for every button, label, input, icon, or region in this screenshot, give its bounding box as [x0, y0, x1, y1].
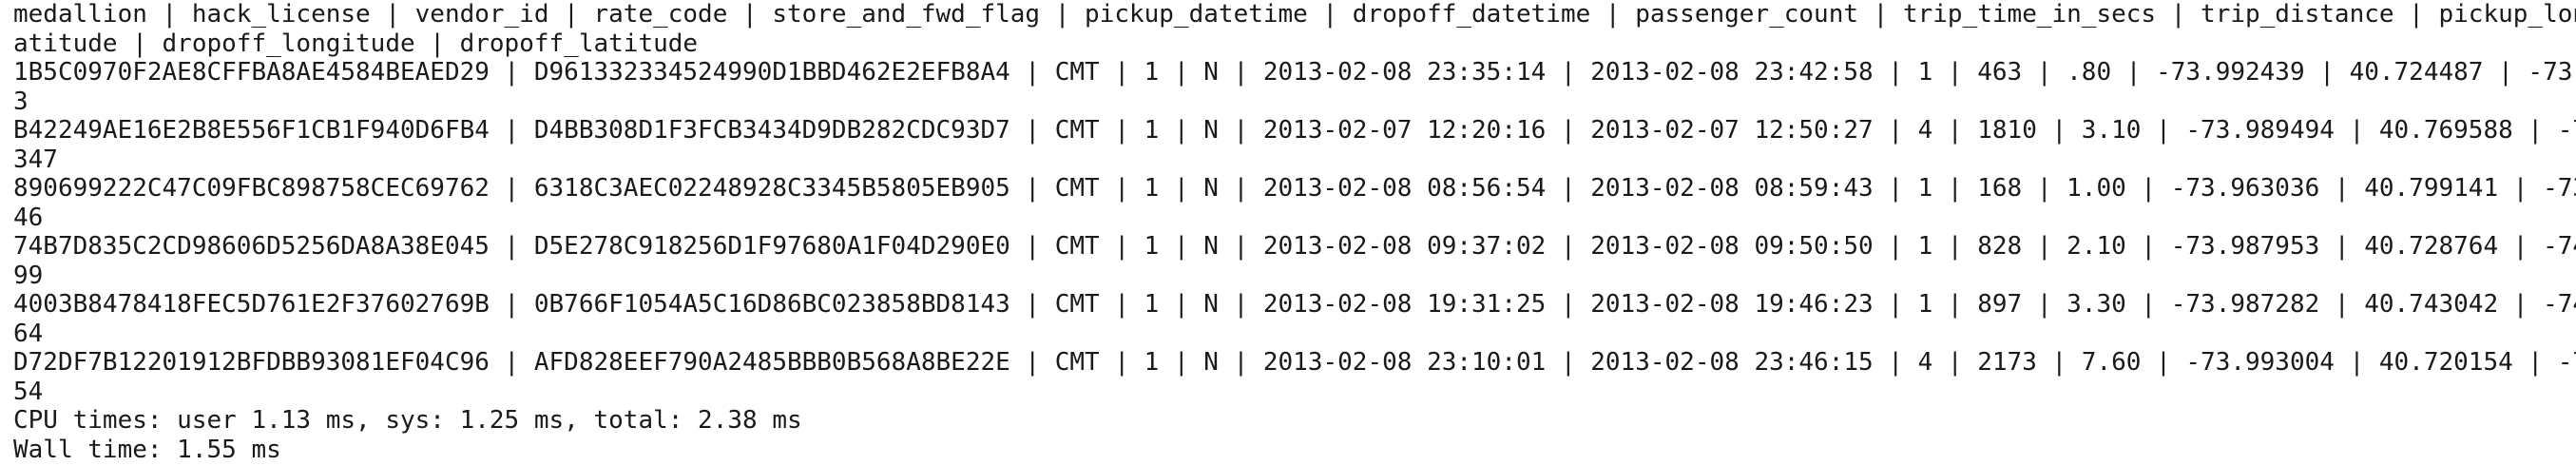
output-row-line-wrap: 54	[13, 377, 44, 406]
output-header-line: medallion | hack_license | vendor_id | r…	[13, 0, 2576, 29]
output-row-line-wrap: 3	[13, 87, 29, 116]
output-row-line-wrap: 46	[13, 203, 44, 232]
cpu-times-line: CPU times: user 1.13 ms, sys: 1.25 ms, t…	[13, 406, 802, 435]
output-row-line: B42249AE16E2B8E556F1CB1F940D6FB4 | D4BB3…	[13, 116, 2576, 145]
output-row-line-wrap: 64	[13, 319, 44, 348]
wall-time-line: Wall time: 1.55 ms	[13, 435, 281, 464]
output-row-line: 74B7D835C2CD98606D5256DA8A38E045 | D5E27…	[13, 232, 2576, 261]
output-row-line-wrap: 347	[13, 145, 58, 174]
output-row-line: 4003B8478418FEC5D761E2F37602769B | 0B766…	[13, 290, 2576, 319]
output-header-line-wrap: atitude | dropoff_longitude | dropoff_la…	[13, 29, 699, 58]
cell-output: medallion | hack_license | vendor_id | r…	[0, 0, 2576, 466]
output-row-line: D72DF7B12201912BFDBB93081EF04C96 | AFD82…	[13, 348, 2576, 377]
output-row-line: 890699222C47C09FBC898758CEC69762 | 6318C…	[13, 174, 2576, 203]
output-row-line: 1B5C0970F2AE8CFFBA8AE4584BEAED29 | D9613…	[13, 58, 2576, 87]
output-row-line-wrap: 99	[13, 261, 44, 290]
